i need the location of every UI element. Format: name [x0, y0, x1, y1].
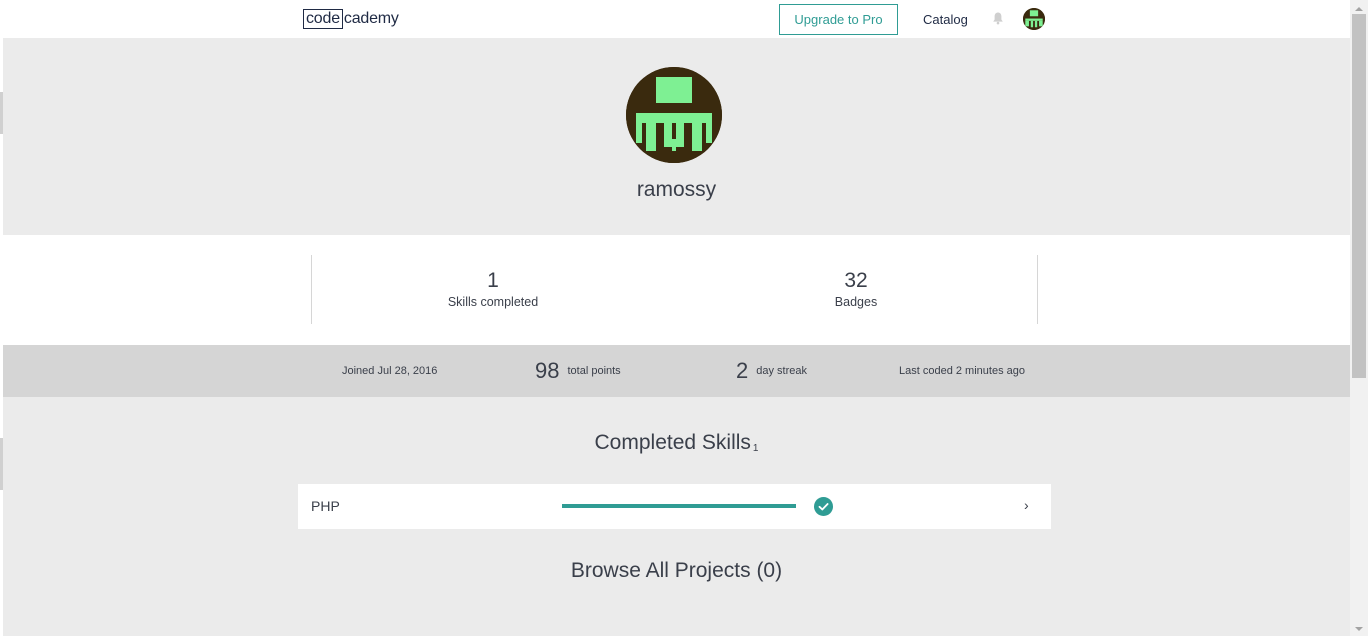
profile-stats: 1 Skills completed 32 Badges [3, 235, 1350, 345]
joined-text: Joined Jul 28, 2016 [342, 365, 438, 377]
day-streak: 2 day streak [736, 345, 807, 397]
completed-skills-title: Completed Skills [594, 431, 751, 454]
scrollbar-thumb[interactable] [1352, 14, 1366, 378]
day-streak-label: day streak [756, 365, 807, 377]
catalog-link[interactable]: Catalog [923, 12, 968, 27]
page-scrollbar[interactable] [1350, 0, 1368, 636]
scroll-down-arrow-icon[interactable] [1350, 622, 1368, 634]
chevron-right-icon[interactable]: › [1024, 497, 1029, 513]
skills-completed-label: Skills completed [447, 295, 539, 309]
day-streak-value: 2 [736, 358, 749, 383]
profile-meta-strip: Joined Jul 28, 2016 98 total points 2 da… [3, 345, 1350, 397]
user-avatar-small[interactable] [1023, 8, 1045, 30]
badges-label: Badges [834, 295, 878, 309]
upgrade-to-pro-button[interactable]: Upgrade to Pro [779, 4, 898, 35]
skill-name: PHP [311, 498, 340, 514]
stats-divider-right [1037, 255, 1038, 324]
joined-date: Joined Jul 28, 2016 [342, 345, 437, 397]
browse-projects-title: Browse All Projects (0) [570, 559, 783, 582]
skills-completed-count: 1 [487, 269, 499, 292]
codecademy-logo[interactable]: code cademy [303, 9, 399, 29]
last-coded: Last coded 2 minutes ago [899, 345, 1025, 397]
completed-skills-heading: Completed Skills 1 [3, 431, 1350, 455]
total-points-value: 98 [535, 358, 560, 383]
last-coded-text: Last coded 2 minutes ago [899, 365, 1025, 377]
logo-code-part: code [303, 9, 343, 29]
stats-divider-left [311, 255, 312, 324]
profile-username: ramossy [636, 178, 717, 201]
skill-progress-bar [562, 504, 796, 508]
bell-icon[interactable] [991, 11, 1005, 25]
logo-cademy-part: cademy [343, 10, 399, 27]
scroll-up-arrow-icon[interactable] [1350, 2, 1368, 14]
total-points: 98 total points [535, 345, 621, 397]
check-circle-icon [814, 497, 833, 516]
browse-projects-heading[interactable]: Browse All Projects (0) [3, 559, 1350, 583]
badges-stat[interactable]: 32 Badges [756, 269, 956, 309]
badges-count: 32 [844, 269, 868, 292]
profile-hero: ramossy [3, 38, 1350, 235]
skill-row-php[interactable]: PHP › [298, 484, 1051, 529]
total-points-label: total points [567, 365, 621, 377]
user-avatar-large [626, 67, 722, 163]
skills-completed-stat[interactable]: 1 Skills completed [393, 269, 593, 309]
top-nav: code cademy Upgrade to Pro Catalog [0, 0, 1350, 38]
completed-skills-count: 1 [752, 443, 759, 454]
